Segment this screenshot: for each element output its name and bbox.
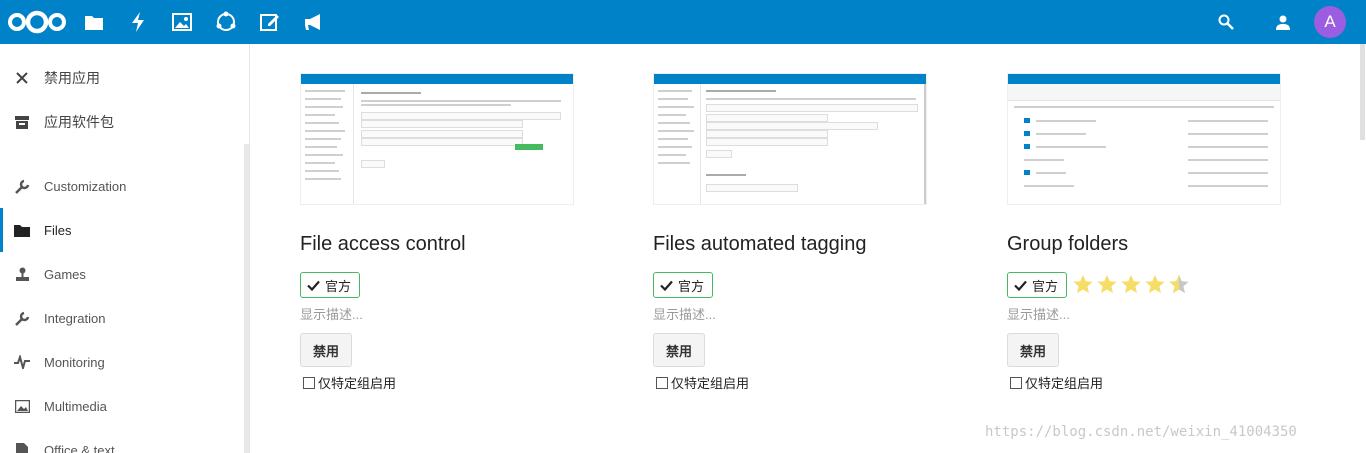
announcements-icon[interactable] [302, 10, 326, 34]
files-icon[interactable] [82, 10, 106, 34]
joystick-icon [13, 265, 31, 283]
checkbox-label: 仅特定组启用 [1025, 376, 1104, 391]
sidebar-item-app-bundles[interactable]: 应用软件包 [0, 100, 244, 144]
app-screenshot[interactable] [300, 73, 574, 205]
disable-button[interactable]: 禁用 [300, 333, 352, 367]
app-title: Files automated tagging [653, 233, 867, 255]
app-title: File access control [300, 233, 466, 255]
notes-icon[interactable] [258, 10, 282, 34]
sidebar-item-disabled-apps[interactable]: 禁用应用 [0, 56, 244, 100]
sidebar-item-label: Integration [44, 310, 106, 326]
limit-to-groups-checkbox[interactable]: 仅特定组启用 [1010, 373, 1103, 392]
sidebar-item-games[interactable]: Games [0, 252, 244, 296]
image-icon [13, 397, 31, 415]
sidebar-item-label: Games [44, 266, 86, 282]
contacts-icon[interactable] [1268, 0, 1296, 44]
archive-icon [13, 113, 31, 131]
star-icon [1121, 274, 1141, 294]
sidebar-item-customization[interactable]: Customization [0, 164, 244, 208]
sidebar-item-label: 应用软件包 [44, 114, 114, 130]
top-header: A [0, 0, 1366, 44]
checkmark-icon [1014, 280, 1027, 291]
sidebar-item-label: Monitoring [44, 354, 105, 370]
checkmark-icon [307, 280, 320, 291]
badge-label: 官方 [325, 278, 352, 294]
circles-icon[interactable] [214, 10, 238, 34]
star-icon [1073, 274, 1093, 294]
sidebar-item-office-text[interactable]: Office & text [0, 428, 244, 453]
close-icon [13, 69, 31, 87]
wrench-icon [13, 177, 31, 195]
sidebar-item-label: Office & text [44, 442, 115, 453]
app-rating [1072, 273, 1190, 295]
sidebar-item-files[interactable]: Files [0, 208, 247, 252]
main-scrollbar[interactable] [1360, 44, 1365, 140]
limit-to-groups-checkbox[interactable]: 仅特定组启用 [656, 373, 749, 392]
search-icon[interactable] [1212, 0, 1240, 44]
checkbox-box[interactable] [303, 376, 315, 389]
app-title: Group folders [1007, 233, 1129, 255]
sidebar-item-monitoring[interactable]: Monitoring [0, 340, 244, 384]
app-screenshot[interactable] [653, 73, 927, 205]
app-screenshot[interactable] [1007, 73, 1281, 205]
gallery-icon[interactable] [170, 10, 194, 34]
user-avatar[interactable]: A [1314, 6, 1346, 38]
sidebar-item-label: Files [44, 222, 72, 238]
limit-to-groups-checkbox[interactable]: 仅特定组启用 [303, 373, 396, 392]
star-half-icon [1169, 274, 1189, 294]
sidebar-item-label: 禁用应用 [44, 70, 100, 86]
sidebar-item-label: Customization [44, 178, 127, 194]
official-badge: 官方 [1007, 272, 1068, 298]
folder-icon [13, 221, 31, 239]
official-badge: 官方 [653, 272, 714, 298]
star-icon [1145, 274, 1165, 294]
sidebar-item-integration[interactable]: Integration [0, 296, 244, 340]
wrench-icon [13, 309, 31, 327]
show-description-link[interactable]: 显示描述... [653, 304, 716, 323]
nextcloud-logo[interactable] [6, 9, 68, 35]
show-description-link[interactable]: 显示描述... [300, 304, 363, 323]
checkbox-label: 仅特定组启用 [318, 376, 397, 391]
disable-button[interactable]: 禁用 [1007, 333, 1059, 367]
sidebar-item-label: Multimedia [44, 398, 107, 414]
pulse-icon [13, 353, 31, 371]
star-icon [1097, 274, 1117, 294]
official-badge: 官方 [300, 272, 361, 298]
activity-icon[interactable] [126, 10, 150, 34]
disable-button[interactable]: 禁用 [653, 333, 705, 367]
checkbox-box[interactable] [1010, 376, 1022, 389]
app-categories-sidebar: 禁用应用 应用软件包 Customization Files Games Int… [0, 44, 250, 453]
checkmark-icon [660, 280, 673, 291]
watermark-text: https://blog.csdn.net/weixin_41004350 [985, 424, 1297, 440]
badge-label: 官方 [678, 278, 705, 294]
document-icon [13, 441, 31, 453]
checkbox-box[interactable] [656, 376, 668, 389]
badge-label: 官方 [1032, 278, 1059, 294]
show-description-link[interactable]: 显示描述... [1007, 304, 1070, 323]
checkbox-label: 仅特定组启用 [671, 376, 750, 391]
sidebar-scrollbar[interactable] [244, 144, 249, 453]
sidebar-item-multimedia[interactable]: Multimedia [0, 384, 244, 428]
